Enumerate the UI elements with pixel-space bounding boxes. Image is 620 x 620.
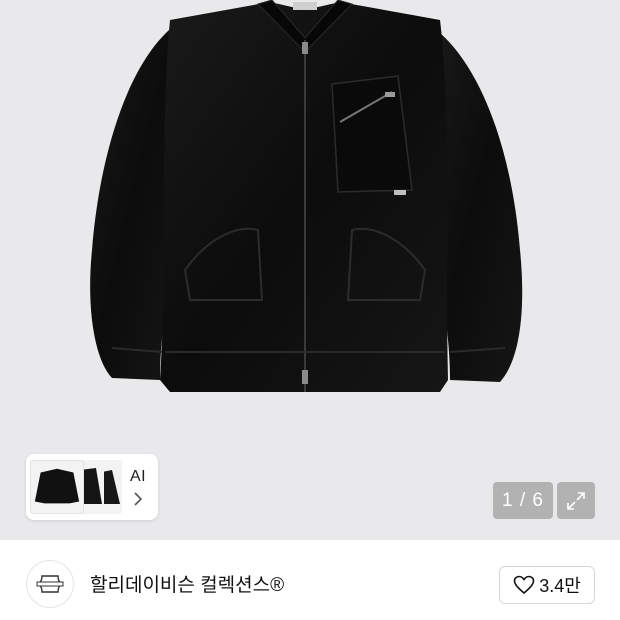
harley-shield-logo-icon	[36, 575, 64, 593]
page-counter: 1 / 6	[493, 482, 553, 519]
ai-label: AI	[130, 468, 147, 485]
brand-name[interactable]: 할리데이비슨 컬렉션스®	[90, 570, 284, 597]
like-button[interactable]: 3.4만	[499, 566, 595, 604]
ai-styling-card[interactable]: AI	[26, 454, 158, 520]
like-count: 3.4만	[539, 576, 581, 596]
ai-thumbnail	[30, 460, 84, 514]
chevron-right-icon	[134, 492, 143, 506]
ai-thumbnails	[30, 458, 122, 516]
product-gallery[interactable]: AI 1 / 6	[0, 0, 620, 540]
brand-logo[interactable]	[26, 560, 74, 608]
expand-button[interactable]	[557, 482, 595, 519]
heart-icon	[513, 575, 535, 595]
expand-icon	[567, 491, 585, 510]
